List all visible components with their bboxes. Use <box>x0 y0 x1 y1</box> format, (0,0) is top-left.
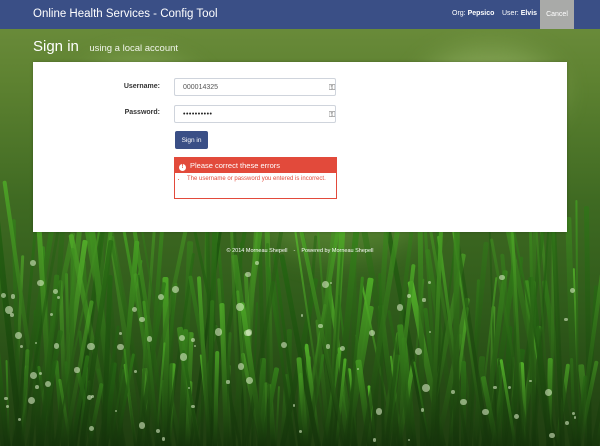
dew-drop <box>57 295 61 299</box>
dew-drop <box>460 398 468 406</box>
copyright-text: © 2014 Morneau Shepell <box>226 248 288 254</box>
dew-drop <box>369 330 375 337</box>
dew-drop <box>6 404 10 408</box>
org-label: Org: <box>452 10 466 17</box>
dew-drop <box>544 389 552 396</box>
dew-drop <box>87 342 95 350</box>
dew-drop <box>415 347 423 355</box>
error-list: The username or password you entered is … <box>175 175 336 184</box>
dew-drop <box>214 328 222 336</box>
key-icon[interactable]: ⚿ <box>329 83 335 93</box>
user-info: User: Elvis <box>502 10 537 17</box>
dew-drop <box>421 383 430 392</box>
dew-drop <box>450 390 455 394</box>
exclamation-icon: ! <box>179 164 186 171</box>
page-title: Sign in <box>33 38 79 55</box>
user-value: Elvis <box>520 10 538 17</box>
error-header: ! Please correct these errors <box>175 158 336 173</box>
user-label: User: <box>502 10 519 17</box>
dew-drop <box>236 303 244 311</box>
grass-blade <box>275 385 281 446</box>
dew-drop <box>325 343 331 349</box>
dew-drop <box>570 287 576 293</box>
dew-drop <box>571 412 575 416</box>
dew-drop <box>499 274 505 281</box>
dew-drop <box>138 421 146 429</box>
dew-drop <box>397 304 404 311</box>
dew-drop <box>53 289 58 295</box>
org-value: Pepsico <box>467 10 495 17</box>
signin-button[interactable]: Sign in <box>175 131 208 149</box>
error-title: Please correct these errors <box>190 161 281 170</box>
dew-drop <box>4 396 8 401</box>
dew-drop <box>300 314 303 317</box>
dew-drop <box>375 407 383 415</box>
dew-drop <box>161 436 166 441</box>
dew-drop <box>187 387 190 390</box>
top-navbar: Online Health Services - Config Tool Org… <box>0 0 600 29</box>
footer: © 2014 Morneau Shepell - Powered by Mornea… <box>0 248 600 254</box>
dew-drop <box>74 367 80 373</box>
username-label: Username: <box>123 83 160 90</box>
dew-drop <box>226 380 230 384</box>
error-summary: ! Please correct these errors The usernam… <box>174 157 337 199</box>
dew-drop <box>573 416 577 419</box>
dew-drop <box>117 343 124 350</box>
dew-drop <box>482 408 489 416</box>
app-title: Online Health Services - Config Tool <box>33 8 218 20</box>
cancel-button[interactable]: Cancel <box>540 0 574 29</box>
page-subtitle: using a local account <box>89 43 179 54</box>
dew-drop <box>34 384 39 389</box>
signin-panel: Username: ⚿ Password: ⚿ Sign in ! Please … <box>33 62 567 232</box>
dew-drop <box>53 342 60 349</box>
dew-drop <box>171 285 179 293</box>
dew-drop <box>179 352 188 361</box>
error-message: The username or password you entered is … <box>187 175 336 184</box>
dew-drop <box>10 313 14 317</box>
dew-drop <box>114 409 118 412</box>
page-heading: Sign in using a local account <box>33 38 178 56</box>
password-input[interactable] <box>174 105 336 123</box>
dew-drop <box>193 344 197 348</box>
key-icon[interactable]: ⚿ <box>329 110 335 120</box>
dew-drop <box>422 298 426 302</box>
powered-by-text: Powered by Morneau Shepell <box>301 248 374 254</box>
dew-drop <box>563 317 568 322</box>
dew-drop <box>157 293 165 301</box>
username-input[interactable] <box>174 78 336 96</box>
footer-separator: - <box>293 248 296 254</box>
dew-drop <box>88 425 94 432</box>
dew-drop <box>318 324 323 329</box>
password-label: Password: <box>124 109 160 116</box>
dew-drop <box>49 313 53 317</box>
dew-drop <box>15 332 22 339</box>
dew-drop <box>30 260 36 267</box>
dew-drop <box>255 261 259 265</box>
dew-drop <box>372 438 377 442</box>
dew-drop <box>191 338 196 343</box>
dew-drop <box>244 329 251 336</box>
dew-drop <box>513 413 519 419</box>
org-info: Org: Pepsico <box>452 10 494 17</box>
dew-drop <box>548 432 555 439</box>
dew-drop <box>10 294 16 299</box>
dew-drop <box>134 369 137 373</box>
dew-drop <box>139 316 145 323</box>
dew-drop <box>27 396 35 404</box>
